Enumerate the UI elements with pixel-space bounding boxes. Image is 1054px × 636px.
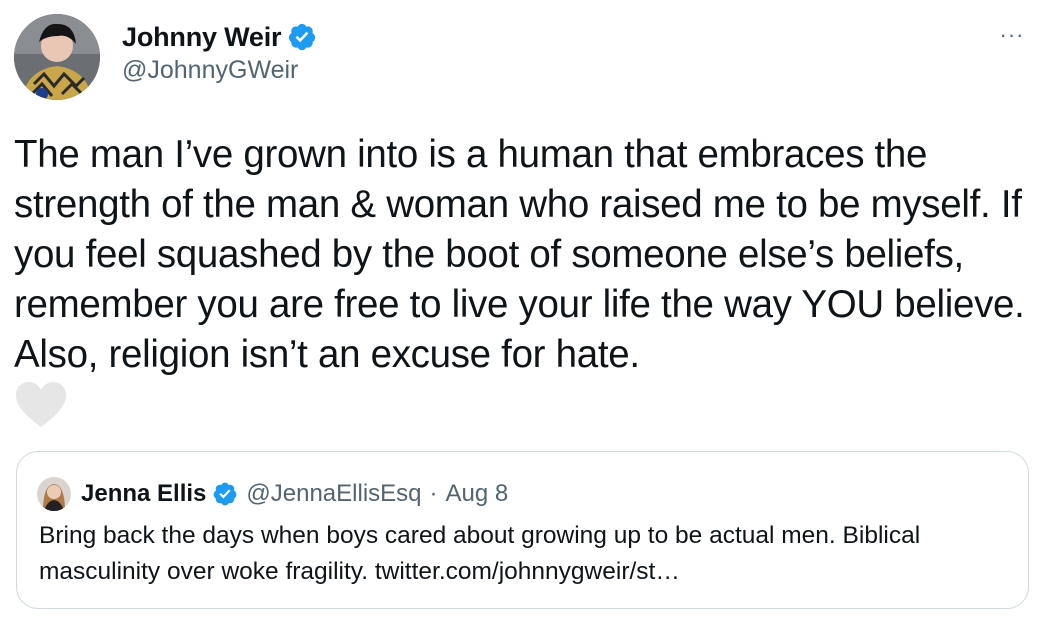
quoted-tweet-text: Bring back the days when boys cared abou…: [39, 522, 921, 585]
author-display-name[interactable]: Johnny Weir: [122, 22, 282, 53]
verified-badge-icon: [287, 22, 317, 52]
quoted-author-handle[interactable]: @JennaEllisEsq: [246, 480, 421, 508]
quoted-tweet-card[interactable]: Jenna Ellis @JennaEllisEsq · Aug 8 Bring…: [16, 451, 1029, 609]
author-name-row: Johnny Weir: [122, 20, 317, 54]
author-info: Johnny Weir @JohnnyGWeir: [122, 20, 317, 85]
quoted-author-display-name[interactable]: Jenna Ellis: [81, 480, 206, 508]
quoted-tweet-date[interactable]: Aug 8: [446, 480, 509, 508]
header-separator: ·: [429, 480, 438, 507]
quoted-author-avatar[interactable]: [37, 477, 71, 511]
heart-icon[interactable]: [14, 380, 68, 430]
verified-badge-icon: [212, 481, 238, 507]
tweet-card: Johnny Weir @JohnnyGWeir ··· The man I’v…: [0, 0, 1054, 636]
more-options-icon[interactable]: ···: [994, 20, 1030, 50]
author-handle[interactable]: @JohnnyGWeir: [122, 56, 317, 85]
author-avatar[interactable]: [14, 14, 100, 100]
quoted-tweet-header: Jenna Ellis @JennaEllisEsq · Aug 8: [37, 476, 508, 512]
tweet-text: The man I’ve grown into is a human that …: [14, 133, 1025, 376]
author-avatar-image: [14, 14, 100, 100]
